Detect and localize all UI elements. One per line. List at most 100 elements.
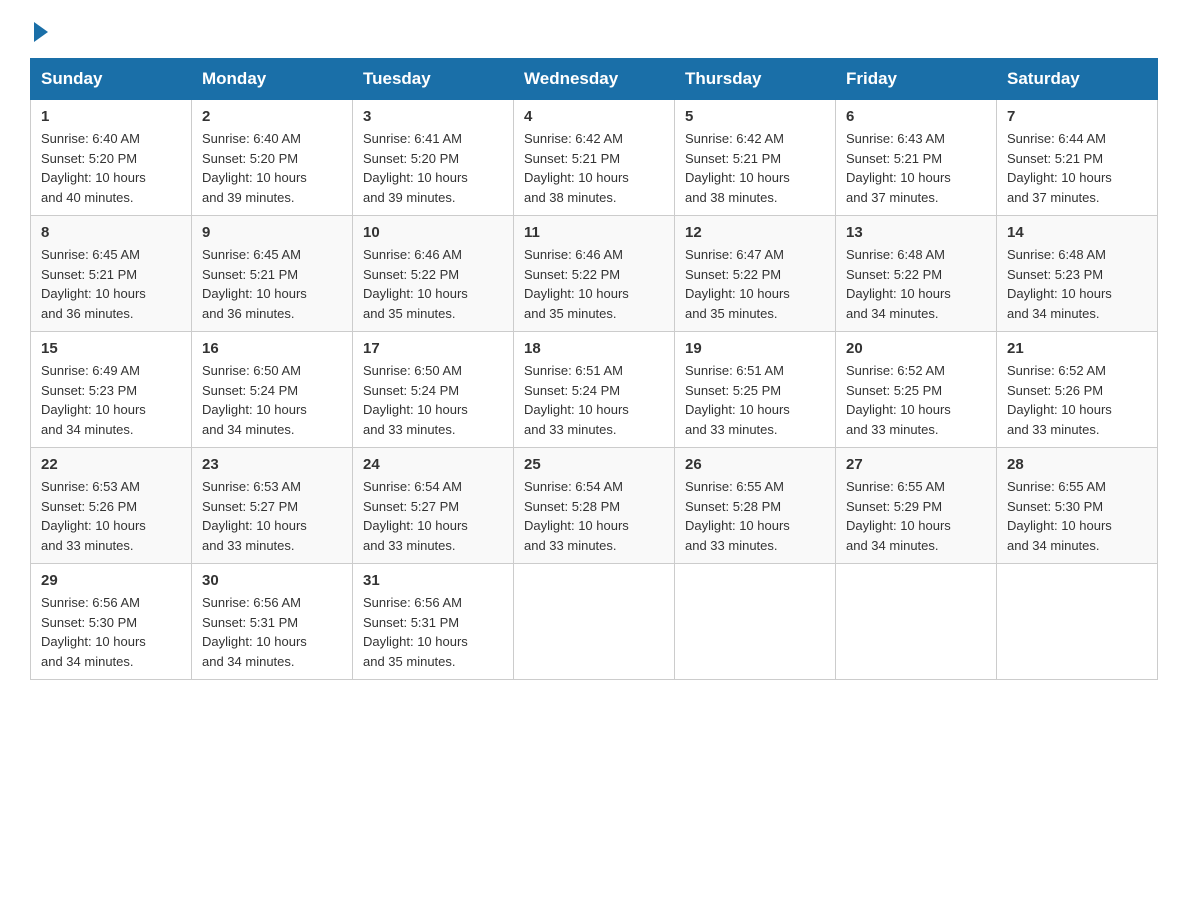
calendar-header-saturday: Saturday <box>997 59 1158 100</box>
calendar-cell: 4 Sunrise: 6:42 AMSunset: 5:21 PMDaylight… <box>514 100 675 216</box>
day-info: Sunrise: 6:54 AMSunset: 5:27 PMDaylight:… <box>363 477 503 555</box>
calendar-week-row: 15Sunrise: 6:49 AMSunset: 5:23 PMDayligh… <box>31 332 1158 448</box>
calendar-cell: 28 Sunrise: 6:55 AMSunset: 5:30 PMDayligh… <box>997 448 1158 564</box>
calendar-cell: 13Sunrise: 6:48 AMSunset: 5:22 PMDayligh… <box>836 216 997 332</box>
day-number: 20 <box>846 340 986 357</box>
calendar-cell <box>514 564 675 680</box>
logo-triangle-icon <box>34 22 48 42</box>
day-number: 8 <box>41 224 181 241</box>
calendar-week-row: 29 Sunrise: 6:56 AMSunset: 5:30 PMDayligh… <box>31 564 1158 680</box>
day-number: 18 <box>524 340 664 357</box>
calendar-cell <box>836 564 997 680</box>
calendar-week-row: 1 Sunrise: 6:40 AMSunset: 5:20 PMDaylight… <box>31 100 1158 216</box>
calendar-cell: 7 Sunrise: 6:44 AMSunset: 5:21 PMDaylight… <box>997 100 1158 216</box>
day-number: 14 <box>1007 224 1147 241</box>
day-info: Sunrise: 6:45 AMSunset: 5:21 PMDaylight:… <box>202 245 342 323</box>
day-number: 21 <box>1007 340 1147 357</box>
day-number: 9 <box>202 224 342 241</box>
day-info: Sunrise: 6:51 AMSunset: 5:24 PMDaylight:… <box>524 361 664 439</box>
calendar-header-sunday: Sunday <box>31 59 192 100</box>
calendar-cell: 21 Sunrise: 6:52 AMSunset: 5:26 PMDayligh… <box>997 332 1158 448</box>
calendar-cell: 18 Sunrise: 6:51 AMSunset: 5:24 PMDayligh… <box>514 332 675 448</box>
day-info: Sunrise: 6:43 AMSunset: 5:21 PMDaylight:… <box>846 129 986 207</box>
day-info: Sunrise: 6:53 AMSunset: 5:27 PMDaylight:… <box>202 477 342 555</box>
day-info: Sunrise: 6:56 AMSunset: 5:30 PMDaylight:… <box>41 593 181 671</box>
calendar-cell: 20 Sunrise: 6:52 AMSunset: 5:25 PMDayligh… <box>836 332 997 448</box>
day-number: 19 <box>685 340 825 357</box>
calendar-cell: 14 Sunrise: 6:48 AMSunset: 5:23 PMDayligh… <box>997 216 1158 332</box>
day-info: Sunrise: 6:52 AMSunset: 5:26 PMDaylight:… <box>1007 361 1147 439</box>
day-number: 24 <box>363 456 503 473</box>
day-info: Sunrise: 6:42 AMSunset: 5:21 PMDaylight:… <box>524 129 664 207</box>
calendar-cell: 8 Sunrise: 6:45 AMSunset: 5:21 PMDaylight… <box>31 216 192 332</box>
day-number: 16 <box>202 340 342 357</box>
calendar-cell: 6 Sunrise: 6:43 AMSunset: 5:21 PMDaylight… <box>836 100 997 216</box>
day-number: 22 <box>41 456 181 473</box>
calendar-cell: 17 Sunrise: 6:50 AMSunset: 5:24 PMDayligh… <box>353 332 514 448</box>
calendar-week-row: 8 Sunrise: 6:45 AMSunset: 5:21 PMDaylight… <box>31 216 1158 332</box>
day-number: 7 <box>1007 108 1147 125</box>
day-number: 5 <box>685 108 825 125</box>
day-number: 31 <box>363 572 503 589</box>
day-info: Sunrise: 6:47 AMSunset: 5:22 PMDaylight:… <box>685 245 825 323</box>
day-info: Sunrise: 6:45 AMSunset: 5:21 PMDaylight:… <box>41 245 181 323</box>
day-info: Sunrise: 6:40 AMSunset: 5:20 PMDaylight:… <box>41 129 181 207</box>
day-info: Sunrise: 6:55 AMSunset: 5:30 PMDaylight:… <box>1007 477 1147 555</box>
calendar-cell: 10Sunrise: 6:46 AMSunset: 5:22 PMDayligh… <box>353 216 514 332</box>
day-number: 10 <box>363 224 503 241</box>
calendar-cell: 30Sunrise: 6:56 AMSunset: 5:31 PMDayligh… <box>192 564 353 680</box>
day-info: Sunrise: 6:48 AMSunset: 5:23 PMDaylight:… <box>1007 245 1147 323</box>
calendar-cell: 9 Sunrise: 6:45 AMSunset: 5:21 PMDaylight… <box>192 216 353 332</box>
page-header <box>30 20 1158 38</box>
day-number: 3 <box>363 108 503 125</box>
calendar-week-row: 22 Sunrise: 6:53 AMSunset: 5:26 PMDayligh… <box>31 448 1158 564</box>
day-info: Sunrise: 6:53 AMSunset: 5:26 PMDaylight:… <box>41 477 181 555</box>
day-info: Sunrise: 6:50 AMSunset: 5:24 PMDaylight:… <box>363 361 503 439</box>
calendar-table: SundayMondayTuesdayWednesdayThursdayFrid… <box>30 58 1158 680</box>
calendar-cell: 16 Sunrise: 6:50 AMSunset: 5:24 PMDayligh… <box>192 332 353 448</box>
calendar-cell: 2Sunrise: 6:40 AMSunset: 5:20 PMDaylight… <box>192 100 353 216</box>
day-info: Sunrise: 6:55 AMSunset: 5:28 PMDaylight:… <box>685 477 825 555</box>
day-number: 11 <box>524 224 664 241</box>
calendar-cell: 25Sunrise: 6:54 AMSunset: 5:28 PMDayligh… <box>514 448 675 564</box>
day-number: 29 <box>41 572 181 589</box>
day-number: 17 <box>363 340 503 357</box>
calendar-header-row: SundayMondayTuesdayWednesdayThursdayFrid… <box>31 59 1158 100</box>
day-info: Sunrise: 6:48 AMSunset: 5:22 PMDaylight:… <box>846 245 986 323</box>
calendar-cell: 29 Sunrise: 6:56 AMSunset: 5:30 PMDayligh… <box>31 564 192 680</box>
calendar-cell: 12 Sunrise: 6:47 AMSunset: 5:22 PMDayligh… <box>675 216 836 332</box>
day-info: Sunrise: 6:56 AMSunset: 5:31 PMDaylight:… <box>363 593 503 671</box>
calendar-cell: 11Sunrise: 6:46 AMSunset: 5:22 PMDayligh… <box>514 216 675 332</box>
calendar-cell: 31 Sunrise: 6:56 AMSunset: 5:31 PMDayligh… <box>353 564 514 680</box>
day-number: 30 <box>202 572 342 589</box>
day-number: 27 <box>846 456 986 473</box>
day-number: 4 <box>524 108 664 125</box>
calendar-cell <box>997 564 1158 680</box>
calendar-cell: 27 Sunrise: 6:55 AMSunset: 5:29 PMDayligh… <box>836 448 997 564</box>
calendar-header-wednesday: Wednesday <box>514 59 675 100</box>
day-number: 12 <box>685 224 825 241</box>
day-info: Sunrise: 6:42 AMSunset: 5:21 PMDaylight:… <box>685 129 825 207</box>
day-info: Sunrise: 6:50 AMSunset: 5:24 PMDaylight:… <box>202 361 342 439</box>
calendar-cell: 23 Sunrise: 6:53 AMSunset: 5:27 PMDayligh… <box>192 448 353 564</box>
calendar-cell: 1 Sunrise: 6:40 AMSunset: 5:20 PMDaylight… <box>31 100 192 216</box>
day-number: 1 <box>41 108 181 125</box>
day-info: Sunrise: 6:55 AMSunset: 5:29 PMDaylight:… <box>846 477 986 555</box>
calendar-cell: 15Sunrise: 6:49 AMSunset: 5:23 PMDayligh… <box>31 332 192 448</box>
calendar-cell: 24 Sunrise: 6:54 AMSunset: 5:27 PMDayligh… <box>353 448 514 564</box>
calendar-cell: 19Sunrise: 6:51 AMSunset: 5:25 PMDayligh… <box>675 332 836 448</box>
day-number: 6 <box>846 108 986 125</box>
day-number: 25 <box>524 456 664 473</box>
day-info: Sunrise: 6:52 AMSunset: 5:25 PMDaylight:… <box>846 361 986 439</box>
calendar-header-thursday: Thursday <box>675 59 836 100</box>
day-number: 2 <box>202 108 342 125</box>
day-info: Sunrise: 6:41 AMSunset: 5:20 PMDaylight:… <box>363 129 503 207</box>
calendar-cell: 22 Sunrise: 6:53 AMSunset: 5:26 PMDayligh… <box>31 448 192 564</box>
day-number: 28 <box>1007 456 1147 473</box>
day-number: 23 <box>202 456 342 473</box>
calendar-header-monday: Monday <box>192 59 353 100</box>
day-info: Sunrise: 6:49 AMSunset: 5:23 PMDaylight:… <box>41 361 181 439</box>
day-info: Sunrise: 6:44 AMSunset: 5:21 PMDaylight:… <box>1007 129 1147 207</box>
logo-top <box>30 20 48 42</box>
calendar-cell: 3 Sunrise: 6:41 AMSunset: 5:20 PMDaylight… <box>353 100 514 216</box>
